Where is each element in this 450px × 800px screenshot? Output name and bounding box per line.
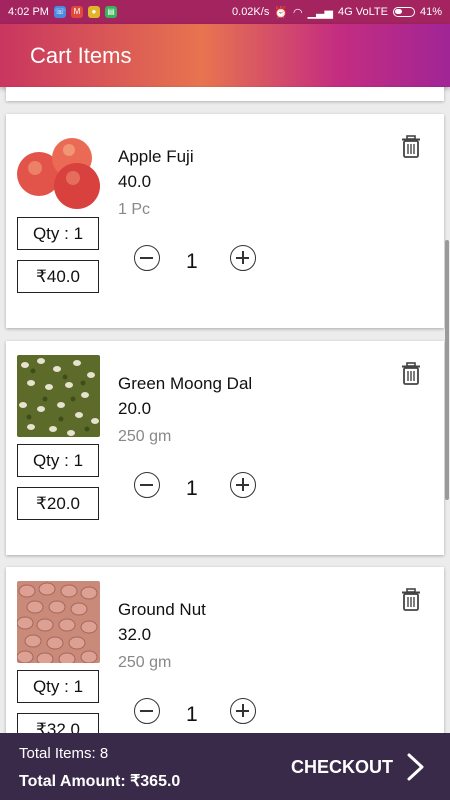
decrease-qty-button[interactable] xyxy=(134,245,160,271)
phone-app-icon: ☏ xyxy=(53,6,66,18)
gmail-app-icon: M xyxy=(70,6,83,18)
delete-icon[interactable] xyxy=(401,362,421,386)
wifi-icon: ◠ xyxy=(293,6,303,19)
checkout-button[interactable]: CHECKOUT xyxy=(291,757,393,778)
product-price: 20.0 xyxy=(118,399,152,418)
qty-label-box: Qty : 1 xyxy=(17,444,99,477)
quantity-value: 1 xyxy=(186,477,198,500)
status-right: 0.02K/s ⏰ ◠ ▁▃▅ 4G VoLTE 41% xyxy=(232,6,442,19)
qty-label-box: Qty : 1 xyxy=(17,670,99,703)
increase-qty-button[interactable] xyxy=(230,698,256,724)
product-name: Green Moong Dal xyxy=(118,374,253,393)
battery-level: 41% xyxy=(419,6,442,18)
item-total-box: ₹40.0 xyxy=(17,260,99,293)
cart-item-card: Qty : 1 ₹40.0 Apple Fuji 40.0 1 Pc 1 xyxy=(6,114,444,328)
product-price: 40.0 xyxy=(118,172,152,191)
item-total-box: ₹20.0 xyxy=(17,487,99,520)
product-unit: 250 gm xyxy=(118,428,172,445)
network-type: 4G VoLTE xyxy=(338,6,388,18)
groundnut-image xyxy=(17,581,100,663)
delete-icon[interactable] xyxy=(401,135,421,159)
cart-item-card: Qty : 1 ₹20.0 Green Moong Dal 20.0 250 g… xyxy=(6,341,444,555)
moong-dal-image xyxy=(17,355,100,437)
status-time: 4:02 PM xyxy=(8,6,49,18)
decrease-qty-button[interactable] xyxy=(134,698,160,724)
chrome-app-icon: ● xyxy=(87,6,100,18)
apple-image xyxy=(17,128,100,210)
app-bar: Cart Items xyxy=(0,24,450,87)
total-amount: Total Amount: ₹365.0 xyxy=(19,773,181,790)
chevron-right-icon[interactable] xyxy=(404,752,426,782)
product-price: 32.0 xyxy=(118,625,152,644)
status-bar: 4:02 PM ☏ M ● ▤ 0.02K/s ⏰ ◠ ▁▃▅ 4G VoLTE… xyxy=(0,0,450,24)
increase-qty-button[interactable] xyxy=(230,245,256,271)
scrollbar[interactable] xyxy=(445,240,449,500)
delete-icon[interactable] xyxy=(401,588,421,612)
product-unit: 1 Pc xyxy=(118,201,151,218)
quantity-value: 1 xyxy=(186,250,198,273)
previous-cart-item-edge xyxy=(6,87,444,101)
status-left: 4:02 PM ☏ M ● ▤ xyxy=(8,6,117,18)
product-name: Ground Nut xyxy=(118,600,206,619)
quantity-value: 1 xyxy=(186,703,198,726)
signal-icon: ▁▃▅ xyxy=(307,6,334,19)
alarm-icon: ⏰ xyxy=(274,6,289,19)
increase-qty-button[interactable] xyxy=(230,472,256,498)
product-unit: 250 gm xyxy=(118,654,172,671)
total-items: Total Items: 8 xyxy=(19,745,109,762)
battery-icon xyxy=(392,7,415,17)
page-title: Cart Items xyxy=(30,43,132,68)
network-speed: 0.02K/s xyxy=(232,6,270,18)
decrease-qty-button[interactable] xyxy=(134,472,160,498)
qty-label-box: Qty : 1 xyxy=(17,217,99,250)
product-name: Apple Fuji xyxy=(118,147,194,166)
messages-app-icon: ▤ xyxy=(104,6,117,18)
checkout-bar: Total Items: 8 Total Amount: ₹365.0 CHEC… xyxy=(0,733,450,800)
